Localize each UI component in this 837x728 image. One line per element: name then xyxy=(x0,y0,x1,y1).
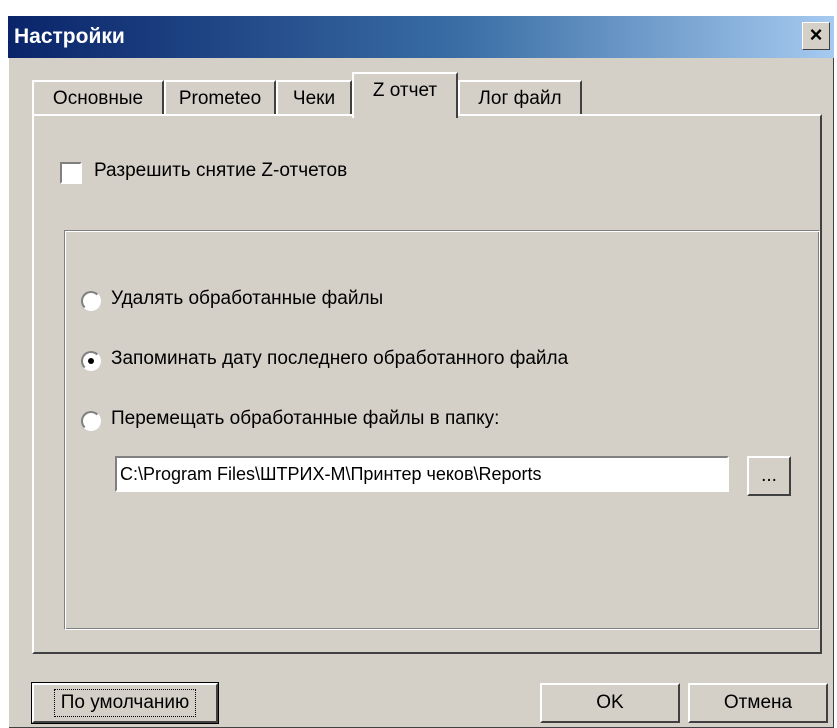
tab-label: Чеки xyxy=(292,88,336,109)
tab-label: Prometeo xyxy=(178,88,262,109)
folder-path-input[interactable] xyxy=(115,456,729,492)
radio-delete-files[interactable] xyxy=(81,291,101,311)
default-settings-label: По умолчанию xyxy=(53,689,197,717)
tab-prometeo[interactable]: Prometeo xyxy=(164,80,276,118)
close-button[interactable]: × xyxy=(802,22,830,50)
ok-button-label: OK xyxy=(596,692,624,713)
tab-log-file[interactable]: Лог файл xyxy=(458,80,582,118)
file-handling-group: Удалять обработанные файлы Запоминать да… xyxy=(64,230,820,630)
tab-label: Z отчет xyxy=(372,80,438,101)
radio-move-files[interactable] xyxy=(81,411,101,431)
radio-remember-date[interactable] xyxy=(81,351,101,371)
tab-basic[interactable]: Основные xyxy=(32,80,164,118)
cancel-button[interactable]: Отмена xyxy=(688,683,828,723)
settings-dialog: Настройки × Основные Prometeo Чеки Z отч… xyxy=(8,16,834,728)
tab-label: Лог файл xyxy=(478,88,562,109)
cancel-button-label: Отмена xyxy=(723,692,793,713)
radio-delete-files-label[interactable]: Удалять обработанные файлы xyxy=(111,288,383,310)
tab-z-report[interactable]: Z отчет xyxy=(352,72,458,118)
z-report-panel: Разрешить снятие Z-отчетов Удалять обраб… xyxy=(32,114,822,654)
radio-selected-dot xyxy=(88,358,94,364)
tab-receipts[interactable]: Чеки xyxy=(276,80,352,118)
radio-remember-date-label[interactable]: Запоминать дату последнего обработанного… xyxy=(111,348,568,370)
ok-button[interactable]: OK xyxy=(540,683,680,723)
browse-button-label: ... xyxy=(761,465,777,486)
window-title: Настройки xyxy=(14,25,125,48)
allow-z-report-checkbox[interactable] xyxy=(60,162,82,184)
title-bar[interactable]: Настройки × xyxy=(8,16,834,58)
close-icon: × xyxy=(809,22,823,47)
allow-z-report-label[interactable]: Разрешить снятие Z-отчетов xyxy=(94,160,347,182)
tab-label: Основные xyxy=(52,88,144,109)
default-settings-button[interactable]: По умолчанию xyxy=(31,682,219,724)
radio-move-files-label[interactable]: Перемещать обработанные файлы в папку: xyxy=(111,408,499,430)
browse-button[interactable]: ... xyxy=(747,456,791,496)
